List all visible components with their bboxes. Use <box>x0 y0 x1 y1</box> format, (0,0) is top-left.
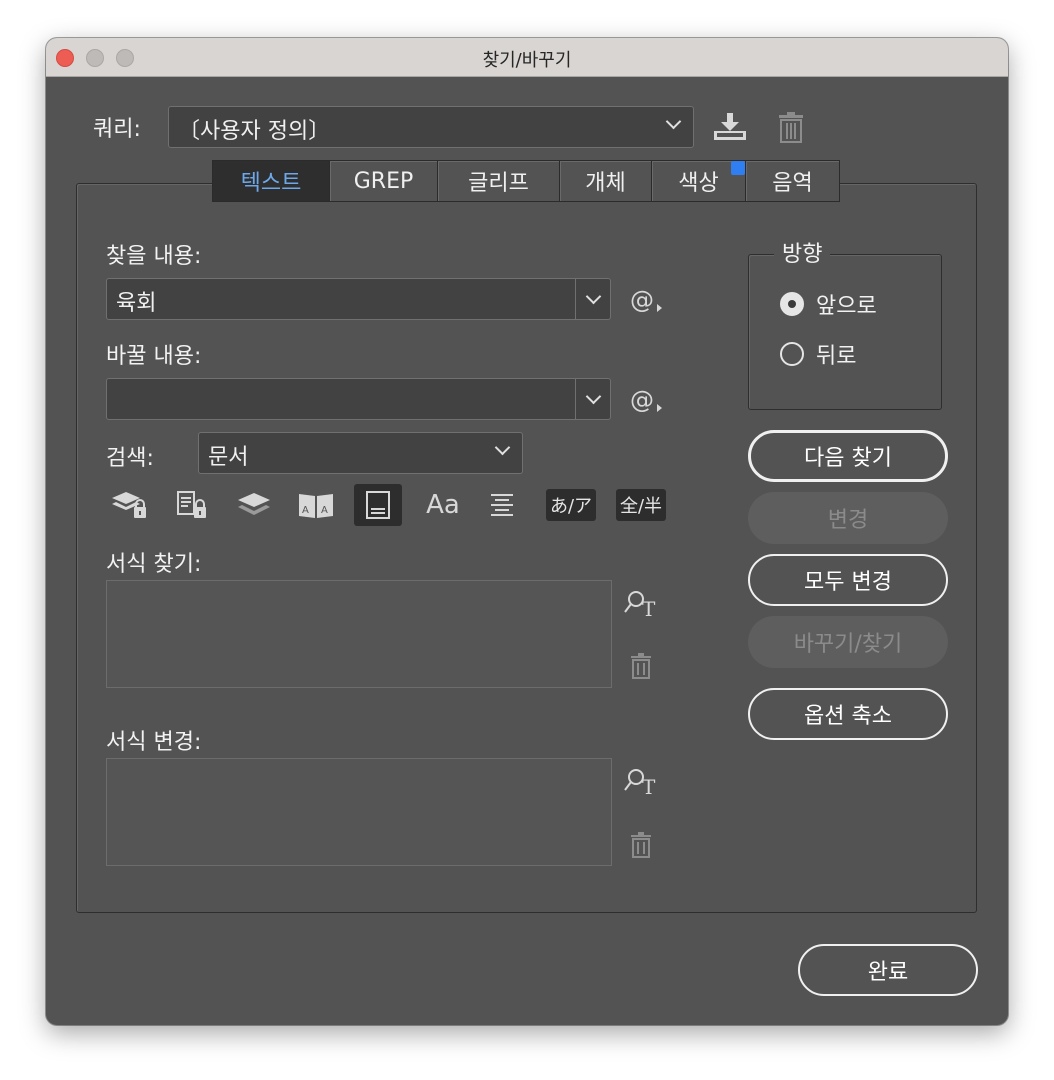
tab-text[interactable]: 텍스트 <box>212 160 330 202</box>
direction-forward-label: 앞으로 <box>816 294 877 319</box>
whole-word-icon[interactable] <box>478 484 526 526</box>
search-scope-value: 문서 <box>208 445 249 470</box>
svg-text:A: A <box>302 505 309 516</box>
find-what-input[interactable]: 육회 <box>106 278 611 320</box>
change-history-dropdown[interactable] <box>575 379 610 419</box>
tab-bar: 텍스트 GREP 글리프 개체 색상 음역 <box>212 160 840 202</box>
tab-color[interactable]: 색상 <box>652 160 746 202</box>
find-change-dialog: 찾기/바꾸기 쿼리: 〔사용자 정의〕 텍스트 GREP 글리프 개체 색상 음… <box>46 38 1008 1025</box>
search-scope-select[interactable]: 문서 <box>198 432 523 474</box>
tab-glyph[interactable]: 글리프 <box>438 160 560 202</box>
find-format-label: 서식 찾기: <box>106 552 202 577</box>
include-footnotes-icon[interactable] <box>354 484 402 526</box>
chevron-down-icon <box>585 288 601 305</box>
change-special-character-icon[interactable]: @ <box>630 386 662 414</box>
query-select[interactable]: 〔사용자 정의〕 <box>168 106 694 148</box>
title-bar: 찾기/바꾸기 <box>46 38 1008 77</box>
change-button[interactable]: 변경 <box>748 492 948 544</box>
clear-change-format-icon[interactable] <box>630 832 652 862</box>
change-format-box[interactable] <box>106 758 612 866</box>
query-value: 〔사용자 정의〕 <box>178 119 331 144</box>
direction-title: 방향 <box>774 236 831 268</box>
find-special-character-icon[interactable]: @ <box>630 286 662 314</box>
find-format-box[interactable] <box>106 580 612 688</box>
save-query-icon[interactable] <box>712 112 748 146</box>
case-sensitive-icon[interactable]: Aa <box>416 484 470 526</box>
chevron-down-icon <box>585 388 601 405</box>
find-what-label: 찾을 내용: <box>106 244 202 269</box>
include-hidden-layers-icon[interactable] <box>230 484 278 526</box>
change-find-button[interactable]: 바꾸기/찾기 <box>748 616 948 668</box>
include-locked-layers-icon[interactable] <box>106 484 154 526</box>
change-to-label: 바꿀 내용: <box>106 344 202 369</box>
search-label: 검색: <box>106 446 154 471</box>
delete-query-icon[interactable] <box>778 111 804 147</box>
find-history-dropdown[interactable] <box>575 279 610 319</box>
direction-backward-label: 뒤로 <box>816 344 857 369</box>
tab-object[interactable]: 개체 <box>560 160 652 202</box>
tab-badge <box>731 161 745 175</box>
tab-transliterate[interactable]: 음역 <box>746 160 840 202</box>
specify-change-format-icon[interactable]: T <box>624 766 660 800</box>
include-locked-stories-icon[interactable] <box>168 484 216 526</box>
query-label: 쿼리: <box>93 117 141 142</box>
svg-text:T: T <box>642 597 656 618</box>
find-next-button[interactable]: 다음 찾기 <box>748 430 948 482</box>
direction-forward-radio[interactable] <box>780 292 804 316</box>
kana-sensitive-toggle[interactable]: あ/ア <box>542 484 600 526</box>
direction-backward-radio[interactable] <box>780 342 804 366</box>
svg-text:T: T <box>642 775 656 796</box>
change-all-button[interactable]: 모두 변경 <box>748 554 948 606</box>
find-what-value: 육회 <box>116 291 157 316</box>
include-master-pages-icon[interactable]: A A <box>292 484 340 526</box>
done-button[interactable]: 완료 <box>798 944 978 996</box>
specify-find-format-icon[interactable]: T <box>624 588 660 622</box>
window-title: 찾기/바꾸기 <box>482 50 572 71</box>
clear-find-format-icon[interactable] <box>630 653 652 683</box>
change-format-label: 서식 변경: <box>106 730 202 755</box>
direction-group <box>748 254 942 410</box>
fewer-options-button[interactable]: 옵션 축소 <box>748 688 948 740</box>
full-half-width-toggle[interactable]: 全/半 <box>612 484 670 526</box>
chevron-down-icon <box>665 113 682 130</box>
svg-text:A: A <box>321 505 328 516</box>
chevron-down-icon <box>494 439 511 456</box>
change-to-input[interactable] <box>106 378 611 420</box>
tab-grep[interactable]: GREP <box>330 160 438 202</box>
